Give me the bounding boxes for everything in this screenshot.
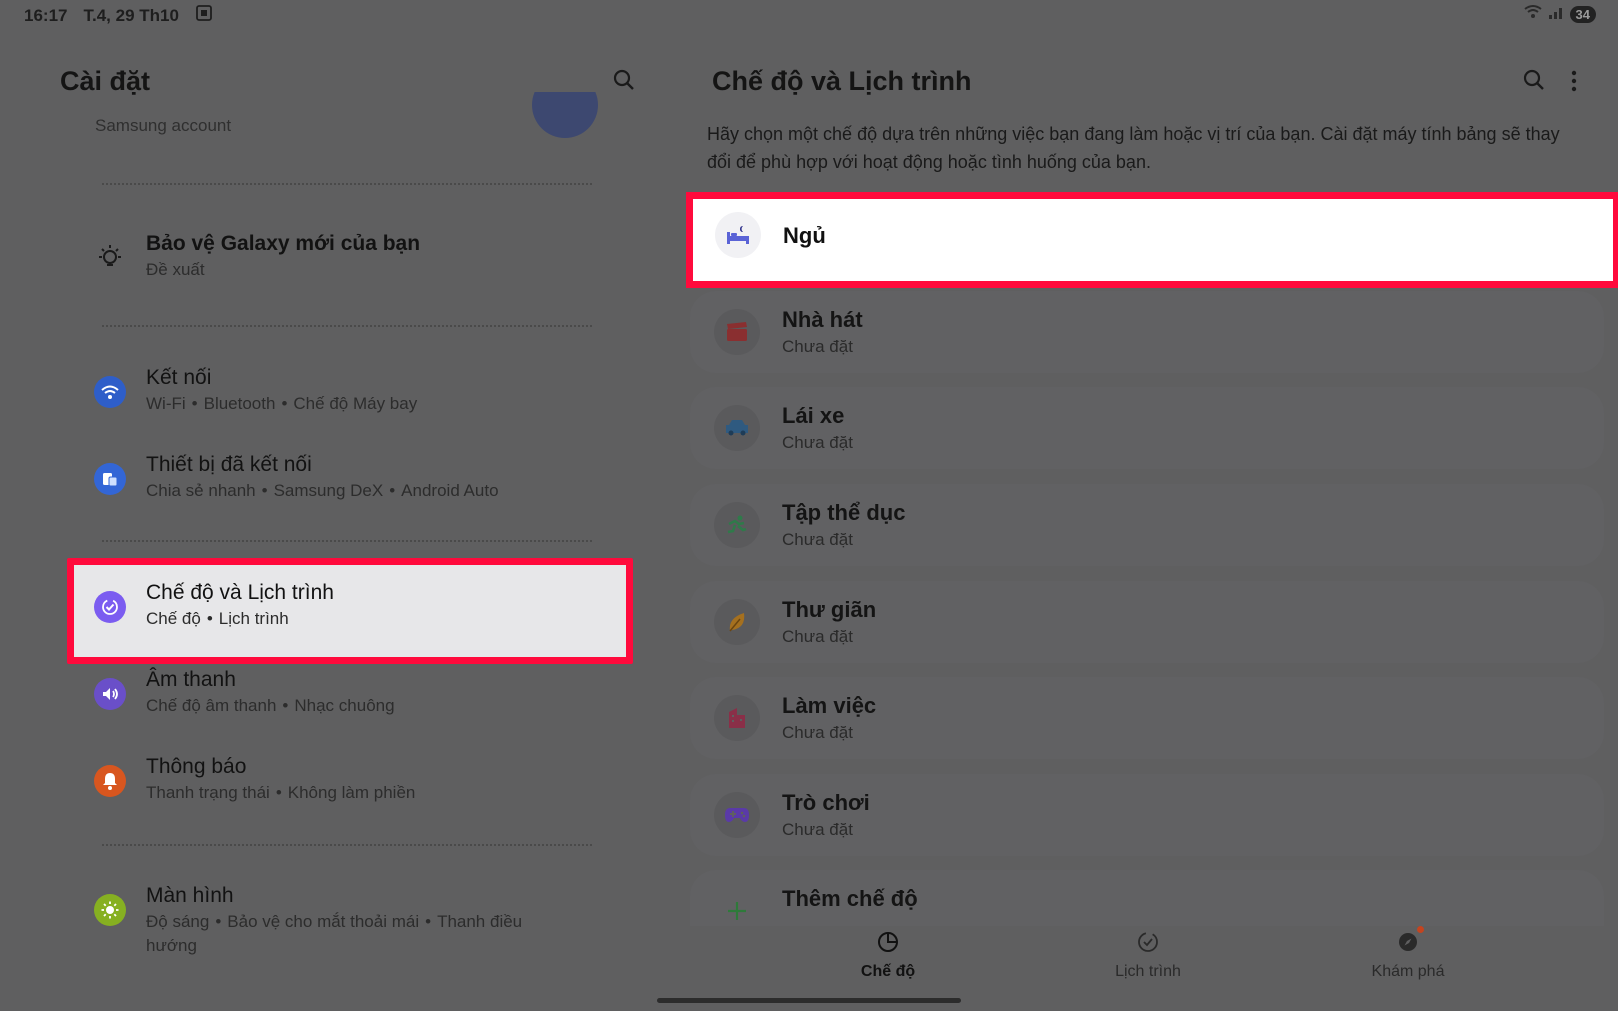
running-icon [714,502,760,548]
clapperboard-icon [714,309,760,355]
more-options-icon[interactable] [1568,70,1580,97]
mode-title: Làm việc [782,693,877,718]
tab-modes[interactable]: Chế độ [818,930,958,981]
avatar[interactable] [532,92,598,144]
divider [102,844,592,846]
mode-relax[interactable]: Thư giãn Chưa đặt [690,581,1604,663]
mode-title: Nhà hát [782,307,863,332]
divider [102,183,592,185]
tab-discover[interactable]: Khám phá [1338,926,1478,981]
mode-status: Chưa đặt [782,723,853,742]
mode-status: Chưa đặt [782,627,853,646]
item-subtitle: Chế độ • Lịch trình [146,609,289,628]
mode-title: Thêm chế độ [782,886,918,911]
mode-title: Lái xe [782,403,845,428]
gamepad-icon [714,792,760,838]
tab-label: Chế độ [860,963,916,980]
mode-status: Chưa đặt [782,433,853,452]
item-title: Chế độ và Lịch trình [146,581,334,604]
item-title: Thông báo [146,755,247,778]
wifi-icon [94,376,126,408]
modes-routines-icon [94,591,126,623]
mode-driving[interactable]: Lái xe Chưa đặt [690,387,1604,469]
home-indicator [657,998,961,1003]
page-title: Chế độ và Lịch trình [712,66,972,96]
mode-status: Chưa đặt [782,337,853,356]
item-subtitle: Wi-Fi • Bluetooth • Chế độ Máy bay [146,394,418,413]
wifi-status-icon [1523,4,1542,25]
mode-title: Ngủ [783,223,826,248]
mode-title: Tập thể dục [782,500,906,525]
search-icon[interactable] [612,68,636,97]
item-title: Thiết bị đã kết nối [146,453,312,476]
modes-icon [818,930,958,959]
add-mode-button[interactable]: Thêm chế độ [690,870,1604,926]
plus-icon [714,888,760,934]
divider [102,540,592,542]
leaf-icon [714,599,760,645]
tab-routines[interactable]: Lịch trình [1078,930,1218,981]
mode-game[interactable]: Trò chơi Chưa đặt [690,774,1604,856]
clock: 16:17 [24,5,68,25]
item-title: Bảo vệ Galaxy mới của bạn [146,232,421,255]
mode-work[interactable]: Làm việc Chưa đặt [690,677,1604,759]
settings-pane: Cài đặt Samsung account Bảo vệ Galaxy mớ… [0,30,660,1011]
bell-icon [94,765,126,797]
screenshot-icon [195,4,213,27]
divider [102,325,592,327]
status-bar: 16:17 T.4, 29 Th10 34 [0,0,1618,28]
item-title: Âm thanh [146,668,236,691]
building-icon [714,695,760,741]
routines-icon [1078,930,1218,959]
mode-sleep[interactable]: Ngủ [686,192,1618,288]
item-subtitle: Chế độ âm thanh • Nhạc chuông [146,696,395,715]
volume-icon [94,678,126,710]
tab-label: Khám phá [1371,963,1445,980]
page-description: Hãy chọn một chế độ dựa trên những việc … [707,124,1560,172]
item-title: Màn hình [146,884,234,907]
item-title: Kết nối [146,366,212,389]
mode-exercise[interactable]: Tập thể dục Chưa đặt [690,484,1604,566]
mode-title: Trò chơi [782,790,870,815]
connected-devices-icon [94,463,126,495]
date: T.4, 29 Th10 [83,5,179,25]
lightbulb-icon [94,242,126,274]
item-subtitle-wrap: hướng [146,936,197,955]
notification-dot [1417,926,1424,933]
mode-title: Thư giãn [782,597,877,622]
item-subtitle: Độ sáng • Bảo vệ cho mắt thoải mái • Thanh đ… [146,912,523,931]
mode-status: Chưa đặt [782,820,853,839]
item-subtitle: Đề xuất [146,260,205,279]
search-icon[interactable] [1522,68,1546,97]
brightness-icon [94,894,126,926]
tab-label: Lịch trình [1115,963,1181,980]
discover-icon [1396,926,1424,959]
bed-icon [715,212,761,258]
item-subtitle: Chia sẻ nhanh • Samsung DeX • Android Auto [146,481,499,500]
car-icon [714,405,760,451]
item-subtitle: Thanh trạng thái • Không làm phiền [146,783,416,802]
mode-status: Chưa đặt [782,530,853,549]
settings-title: Cài đặt [60,66,151,96]
battery-icon: 34 [1569,6,1596,23]
signal-icon [1548,5,1564,24]
mode-theater[interactable]: Nhà hát Chưa đặt [690,291,1604,373]
account-subtitle: Samsung account [95,116,232,135]
